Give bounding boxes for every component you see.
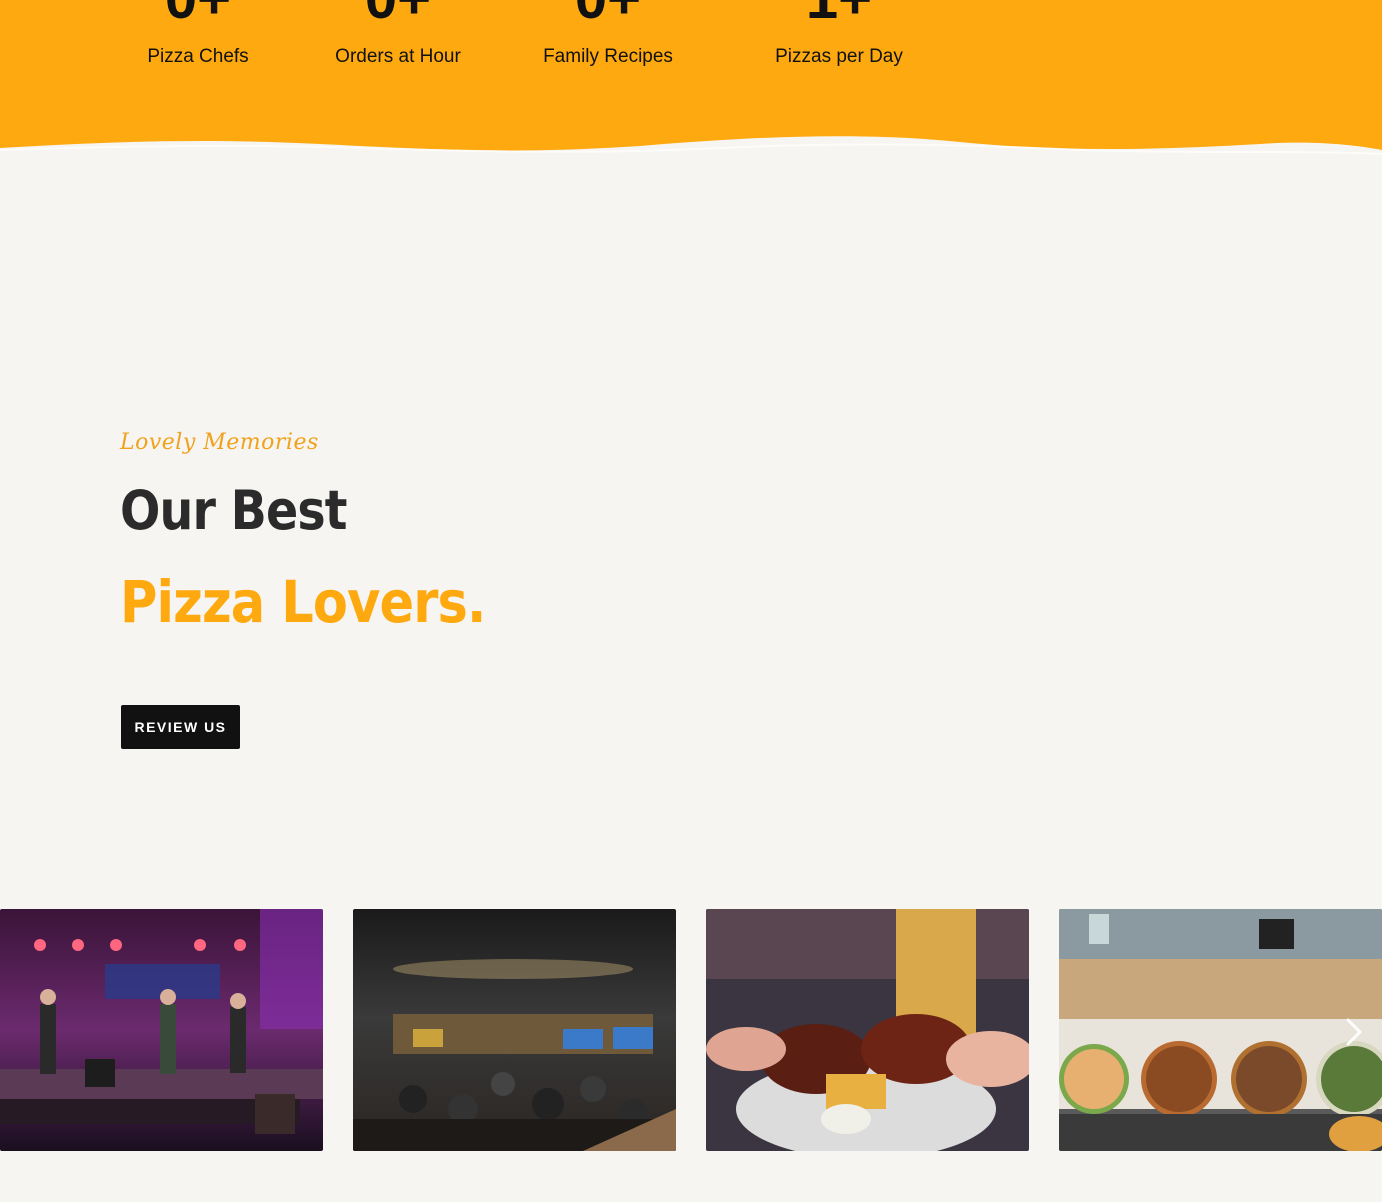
hero-section: Lovely Memories Our Best Pizza Lovers.	[120, 430, 535, 633]
stat-number: 0+	[498, 0, 718, 28]
section-title-line2: Pizza Lovers.	[120, 568, 486, 636]
crowded-restaurant-photo[interactable]	[353, 909, 676, 1151]
stat-orders-at-hour: 0+ Orders at Hour	[288, 0, 508, 68]
photo-gallery	[0, 909, 1382, 1151]
section-eyebrow: Lovely Memories	[120, 430, 319, 455]
stat-number: 1+	[729, 0, 949, 28]
stat-label: Orders at Hour	[335, 46, 461, 67]
stat-label: Pizza Chefs	[147, 46, 249, 67]
section-title-line1: Our Best	[120, 479, 348, 542]
chevron-right-icon[interactable]	[1342, 1014, 1366, 1050]
stat-label: Pizzas per Day	[775, 46, 903, 67]
stat-label: Family Recipes	[543, 46, 673, 67]
stats-band: 0+ Pizza Chefs 0+ Orders at Hour 0+ Fami…	[0, 0, 1382, 160]
stat-pizzas-per-day: 1+ Pizzas per Day	[729, 0, 949, 68]
stat-pizza-chefs: 0+ Pizza Chefs	[88, 0, 308, 68]
stat-number: 0+	[288, 0, 508, 28]
boxed-pizzas-photo[interactable]	[1059, 909, 1382, 1151]
band-on-stage-photo[interactable]	[0, 909, 323, 1151]
review-us-button[interactable]: REVIEW US	[121, 705, 240, 749]
stat-family-recipes: 0+ Family Recipes	[498, 0, 718, 68]
stat-number: 0+	[88, 0, 308, 28]
wave-divider	[0, 136, 1382, 160]
ribs-and-beer-photo[interactable]	[706, 909, 1029, 1151]
